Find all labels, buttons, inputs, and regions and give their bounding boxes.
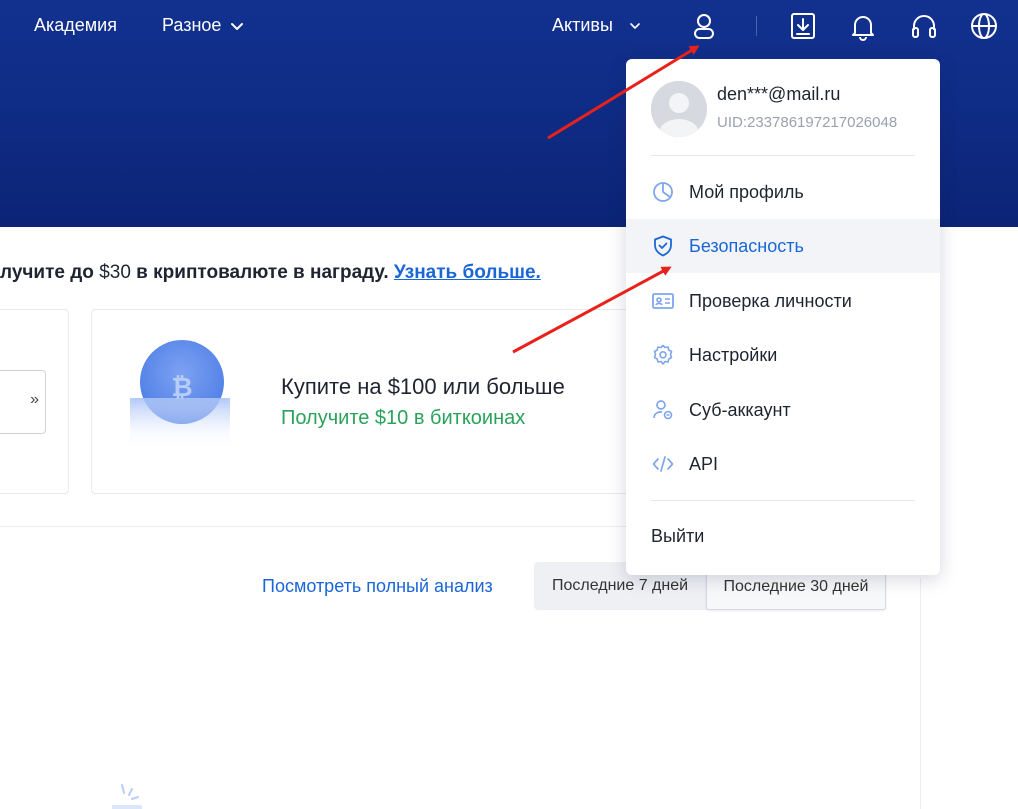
nav-academy[interactable]: Академия — [34, 15, 117, 36]
gear-icon — [651, 343, 675, 367]
sub-account-icon — [651, 398, 675, 422]
menu-divider — [651, 500, 915, 501]
user-icon[interactable] — [689, 11, 719, 41]
pie-chart-icon — [651, 180, 675, 204]
learn-more-link[interactable]: Узнать больше. — [394, 262, 541, 283]
menu-item-api[interactable]: API — [626, 437, 940, 491]
menu-item-security[interactable]: Безопасность — [626, 219, 940, 273]
account-email: den***@mail.ru — [717, 84, 841, 104]
code-icon — [651, 452, 675, 476]
top-navigation: Академия Разное Активы — [0, 0, 1018, 52]
bell-icon[interactable] — [848, 11, 878, 41]
menu-item-sub-account[interactable]: Суб-аккаунт — [626, 383, 940, 437]
nav-assets[interactable]: Активы — [552, 15, 643, 36]
headset-icon[interactable] — [909, 11, 939, 41]
promo-card-buy[interactable]: ₿ Купите на $100 или больше Получите $10… — [91, 309, 651, 494]
svg-text:₿: ₿ — [171, 373, 192, 403]
chevron-down-icon — [229, 18, 245, 34]
account-dropdown-menu: den***@mail.ru UID:233786197217026048 Мо… — [626, 59, 940, 575]
card-action-button[interactable]: » — [0, 370, 46, 434]
logout-button[interactable]: Выйти — [651, 526, 704, 547]
globe-icon[interactable] — [969, 11, 999, 41]
download-icon[interactable] — [788, 11, 818, 41]
full-analysis-link[interactable]: Посмотреть полный анализ — [262, 576, 493, 597]
bitcoin-coin-icon: ₿ — [130, 330, 230, 450]
account-uid: UID:233786197217026048 — [717, 114, 898, 131]
menu-item-settings[interactable]: Настройки — [626, 328, 940, 382]
menu-divider — [651, 155, 915, 156]
menu-item-identity-verification[interactable]: Проверка личности — [626, 274, 940, 328]
panel-divider — [920, 578, 921, 809]
promo-banner: лучите до $30 в криптовалюте в награду. … — [0, 262, 541, 283]
card-title: Купите на $100 или больше — [281, 374, 565, 399]
chevron-down-icon — [627, 18, 643, 34]
shield-check-icon — [651, 234, 675, 258]
avatar — [651, 81, 707, 137]
card-subtitle: Получите $10 в биткоинах — [281, 407, 526, 429]
menu-item-profile[interactable]: Мой профиль — [626, 165, 940, 219]
sparkle-icon — [104, 783, 144, 809]
promo-card-left: » — [0, 309, 69, 494]
id-card-icon — [651, 289, 675, 313]
nav-divider — [756, 16, 757, 36]
nav-misc[interactable]: Разное — [162, 15, 245, 36]
